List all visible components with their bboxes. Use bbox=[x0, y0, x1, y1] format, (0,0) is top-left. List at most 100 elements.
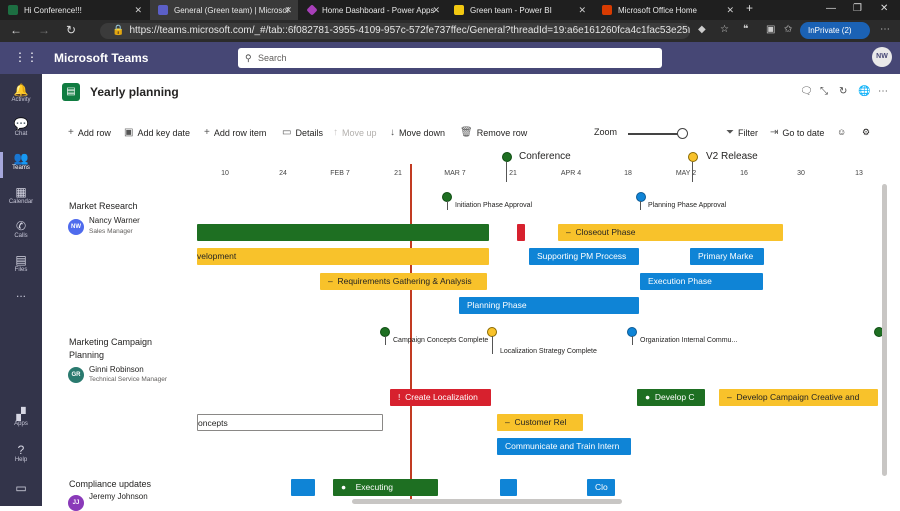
rail-item-apps[interactable]: ▞ Apps bbox=[0, 404, 42, 436]
rail-item-chat[interactable]: 💬 Chat bbox=[0, 114, 42, 146]
go-to-date-button[interactable]: ⇥ Go to date bbox=[770, 127, 824, 138]
timeline-bar[interactable]: Planning Phase bbox=[459, 297, 639, 314]
add-row-button[interactable]: + Add row bbox=[68, 127, 111, 138]
milestone-label[interactable]: Planning Phase Approval bbox=[648, 202, 726, 209]
details-button[interactable]: ▭ Details bbox=[282, 127, 323, 138]
move-up-label: Move up bbox=[342, 127, 377, 138]
forward-icon[interactable]: → bbox=[38, 23, 50, 37]
filter-icon: ⏷ bbox=[726, 127, 734, 138]
powerbi-icon bbox=[454, 5, 464, 15]
close-icon[interactable]: ✕ bbox=[578, 5, 586, 16]
filter-button[interactable]: ⏷ Filter bbox=[726, 127, 758, 138]
favorites-icon[interactable]: ☆ bbox=[720, 24, 729, 35]
milestone-label[interactable]: Organization Internal Commu... bbox=[640, 337, 737, 344]
rail-item-help[interactable]: ? Help bbox=[0, 440, 42, 472]
key-date-stem bbox=[506, 162, 507, 182]
browser-tab-teams[interactable]: General (Green team) | Microsof ✕ bbox=[150, 0, 298, 20]
read-aloud-icon[interactable]: ❝ bbox=[743, 24, 748, 35]
timeline-bar[interactable] bbox=[517, 224, 525, 241]
remove-row-button[interactable]: 🗑 Remove row bbox=[460, 127, 527, 138]
row-title[interactable]: Market Research bbox=[69, 201, 138, 211]
timeline-bar[interactable]: ! Create Localization bbox=[390, 389, 491, 406]
rail-item-files[interactable]: ▤ Files bbox=[0, 250, 42, 282]
rail-label: Apps bbox=[14, 421, 28, 427]
new-tab-button[interactable]: + bbox=[746, 1, 753, 15]
browser-tab-powerapps[interactable]: Home Dashboard - Power Apps ✕ bbox=[300, 0, 446, 20]
key-date-v2-marker[interactable] bbox=[688, 152, 698, 162]
rail-label: Teams bbox=[12, 165, 30, 171]
add-key-date-button[interactable]: ▣ Add key date bbox=[124, 127, 190, 138]
collections-icon[interactable]: ▣ bbox=[766, 24, 775, 35]
globe-icon[interactable]: 🌐 bbox=[858, 86, 870, 97]
feedback-smiley-icon[interactable]: ☺ bbox=[837, 127, 846, 137]
milestone-label[interactable]: Campaign Concepts Complete bbox=[393, 337, 488, 344]
timeline-bar[interactable]: velopment bbox=[197, 248, 489, 265]
key-date-conference[interactable]: Conference bbox=[519, 151, 571, 162]
timeline-bar[interactable]: Primary Marke bbox=[690, 248, 764, 265]
browser-tab-label: Microsoft Office Home bbox=[618, 5, 697, 15]
close-icon[interactable]: ✕ bbox=[284, 5, 292, 16]
rail-item-teams[interactable]: 👥 Teams bbox=[0, 148, 42, 180]
rail-item-calls[interactable]: ✆ Calls bbox=[0, 216, 42, 248]
rail-item-more[interactable]: ... bbox=[0, 286, 42, 318]
rail-item-activity[interactable]: 🔔 Activity bbox=[0, 80, 42, 112]
left-rail: 🔔 Activity 💬 Chat 👥 Teams ▦ Calendar ✆ Calls … bbox=[0, 74, 42, 506]
row-title[interactable]: Compliance updates bbox=[69, 479, 151, 489]
timeline-bar[interactable]: Communicate and Train Intern bbox=[497, 438, 631, 455]
url-field[interactable]: 🔒 https://teams.microsoft.com/_#/tab::6f0… bbox=[100, 23, 690, 39]
avatar[interactable]: NW bbox=[872, 47, 892, 67]
timeline-bar[interactable]: – Develop Campaign Creative and bbox=[719, 389, 878, 406]
inprivate-button[interactable]: InPrivate (2) bbox=[800, 22, 870, 39]
back-icon[interactable]: ← bbox=[10, 23, 22, 37]
browser-tab-powerbi[interactable]: Green team - Power BI ✕ bbox=[446, 0, 592, 20]
horizontal-scrollbar[interactable] bbox=[352, 499, 622, 504]
minimize-icon[interactable]: — bbox=[826, 3, 836, 14]
milestone-label[interactable]: Localization Strategy Complete bbox=[500, 348, 597, 355]
browser-tab-office[interactable]: Microsoft Office Home ✕ bbox=[594, 0, 740, 20]
close-icon[interactable]: ✕ bbox=[432, 5, 440, 16]
timeline-bar[interactable]: – Closeout Phase bbox=[558, 224, 783, 241]
key-date-conference-marker[interactable] bbox=[502, 152, 512, 162]
timeline-bar[interactable]: – Requirements Gathering & Analysis bbox=[320, 273, 487, 290]
more-icon: ... bbox=[15, 286, 26, 300]
favorites-bar-icon[interactable]: ✩ bbox=[784, 24, 792, 35]
collapse-icon[interactable]: ⤡ bbox=[820, 86, 828, 97]
timeline-bar[interactable] bbox=[197, 224, 489, 241]
zoom-slider-thumb[interactable] bbox=[677, 128, 689, 139]
search-input[interactable]: ⚲ Search bbox=[238, 48, 662, 68]
extension-icon[interactable]: ◆ bbox=[698, 24, 706, 35]
timeline-bar-small[interactable] bbox=[500, 479, 517, 496]
reload-icon[interactable]: ↻ bbox=[839, 86, 847, 97]
vertical-scrollbar[interactable] bbox=[882, 184, 887, 476]
conversation-icon[interactable]: 🗨 bbox=[800, 86, 813, 97]
move-up-button[interactable]: ↑ Move up bbox=[333, 127, 377, 138]
close-icon[interactable]: ✕ bbox=[134, 5, 142, 16]
milestone-marker[interactable] bbox=[636, 192, 646, 202]
milestone-label[interactable]: Initiation Phase Approval bbox=[455, 202, 532, 209]
row-title[interactable]: Marketing Campaign Planning bbox=[69, 336, 169, 362]
settings-gear-icon[interactable]: ⚙ bbox=[862, 127, 870, 138]
timeline-bar-small[interactable] bbox=[291, 479, 315, 496]
key-date-v2-release[interactable]: V2 Release bbox=[706, 151, 758, 162]
app-launcher-icon[interactable]: ⋮⋮ bbox=[14, 50, 38, 64]
timeline-bar[interactable]: ● Executing bbox=[333, 479, 438, 496]
timeline-bar[interactable]: Supporting PM Process bbox=[529, 248, 639, 265]
move-down-button[interactable]: ↓ Move down bbox=[390, 127, 445, 138]
refresh-icon[interactable]: ↻ bbox=[66, 23, 76, 37]
maximize-icon[interactable]: ❐ bbox=[853, 3, 862, 14]
timeline-bar[interactable]: Execution Phase bbox=[640, 273, 763, 290]
close-icon[interactable]: ✕ bbox=[726, 5, 734, 16]
more-icon[interactable]: ⋯ bbox=[880, 24, 890, 35]
timeline-bar[interactable]: ● Develop C bbox=[637, 389, 705, 406]
timeline-bar[interactable]: – Customer Rel bbox=[497, 414, 583, 431]
browser-tab-excel[interactable]: Hi Conference!!! ✕ bbox=[0, 0, 148, 20]
timeline-bar[interactable]: Clo bbox=[587, 479, 615, 496]
more-options-icon[interactable]: ⋯ bbox=[878, 86, 888, 97]
close-window-icon[interactable]: ✕ bbox=[880, 3, 888, 14]
rail-item-calendar[interactable]: ▦ Calendar bbox=[0, 182, 42, 214]
timeline-bar[interactable]: oncepts bbox=[197, 414, 383, 431]
chat-icon: 💬 bbox=[13, 117, 29, 131]
device-icon[interactable]: ▭ bbox=[0, 478, 42, 510]
add-row-item-button[interactable]: + Add row item bbox=[204, 127, 266, 138]
trash-icon: 🗑 bbox=[460, 127, 473, 138]
